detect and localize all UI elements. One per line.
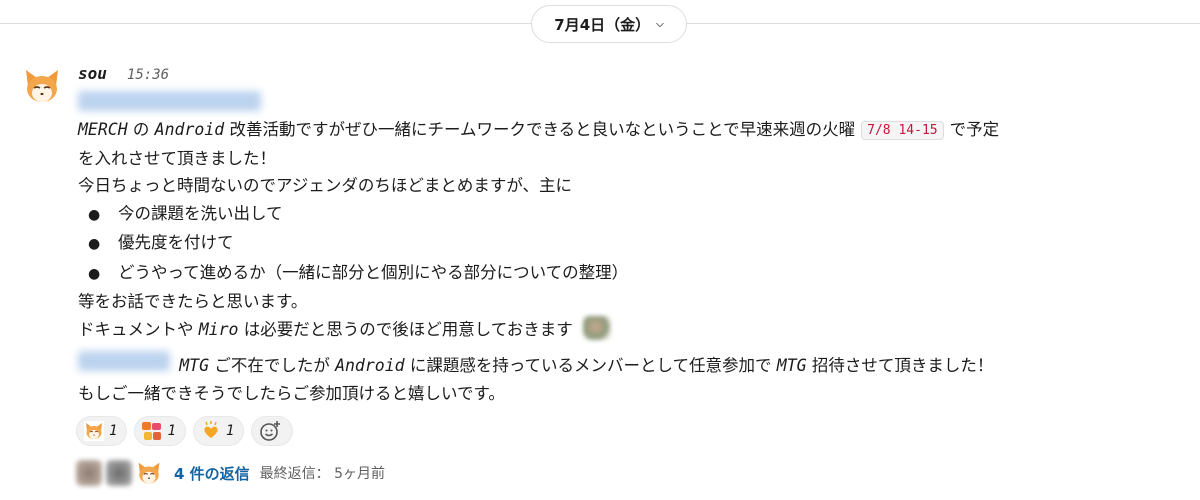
reaction-bar: 1 1 1 [76,416,294,446]
text-android: Android [154,120,225,139]
text-no: の [132,120,150,139]
thread-replies-link[interactable]: 4 件の返信 [174,463,250,484]
message-timestamp[interactable]: 15:36 [127,67,169,83]
reaction-count: 1 [167,423,176,439]
fox-avatar-icon [136,460,162,486]
reaction-heart-hands[interactable]: 1 [192,416,245,446]
message-paragraph-2: MTG ご不在でしたが Android に課題感を持っているメンバーとして任意参… [78,352,1188,407]
date-divider-button[interactable]: 7月4日（金） ⌵ [531,5,687,43]
custom-emoji-icon [582,315,611,340]
paragraph2-line-2: もしご一緒できそうでしたらご参加頂けると嬉しいです。 [78,383,505,403]
avatar [76,460,102,486]
last-reply-label: 最終返信： 5ヶ月前 [260,463,385,483]
last-reply-prefix: 最終返信： [259,466,330,482]
text-para2-mid: に課題感を持っているメンバーとして任意参加で [409,356,772,375]
thread-summary[interactable]: 4 件の返信 最終返信： 5ヶ月前 [76,459,385,487]
fox-emoji-icon [83,420,105,442]
heart-hands-emoji-icon [200,420,222,442]
message-line-5: ドキュメントや Miro は必要だと思うので後ほど用意しておきます [78,315,1188,344]
text-mtg: MTG [776,356,807,375]
text-line5-rest: は必要だと思うので後ほど用意しておきます [243,319,573,339]
reaction-sugoi[interactable]: 1 [134,416,186,446]
text-miro: Miro [198,319,239,339]
list-item-text: 優先度を付けて [118,233,234,252]
inline-code-date: 7/8 14-15 [861,121,944,140]
list-item-text: 今の課題を洗い出して [118,203,283,223]
list-item: ● どうやって進めるか（一緒に部分と個別にやる部分についての整理） [78,259,1188,289]
add-reaction-button[interactable] [251,416,294,446]
list-item: ● 今の課題を洗い出して [78,200,1188,230]
fox-avatar-icon[interactable] [22,66,62,106]
message-line-2: を入れさせて頂きました！ [78,148,276,168]
reaction-count: 1 [109,423,118,439]
message-line-1: MERCH の Android 改善活動ですがぜひ一緒にチームワークできると良い… [78,116,1188,145]
message-body: MERCH の Android 改善活動ですがぜひ一緒にチームワークできると良い… [78,116,1188,343]
text-document: ドキュメントや [78,319,194,339]
reaction-count: 1 [225,423,235,439]
add-reaction-icon [259,420,281,442]
bullet-icon: ● [88,206,101,223]
list-item-text: どうやって進めるか（一緒に部分と個別にやる部分についての整理） [118,262,629,282]
sugoi-emoji-icon [141,420,163,442]
bullet-icon: ● [88,265,101,282]
bullet-icon: ● [88,236,101,252]
text-line1-rest: 改善活動ですがぜひ一緒にチームワークできると良いなということで早速来週の火曜 [229,120,856,139]
message-line-4: 等をお話できたらと思います。 [78,292,308,311]
paragraph2-line-1: MTG ご不在でしたが Android に課題感を持っているメンバーとして任意参… [78,352,1188,380]
user-mention-redacted[interactable] [78,91,261,111]
list-item: ● 優先度を付けて [78,229,1188,259]
avatar [106,460,132,486]
last-reply-time: 5ヶ月前 [334,466,386,482]
text-mtg: MTG [179,356,210,375]
text-line1-end: で予定 [949,120,1000,139]
text-absent: ご不在でしたが [214,356,330,375]
chevron-down-icon: ⌵ [656,18,664,30]
text-merch: MERCH [78,120,128,139]
reaction-fox[interactable]: 1 [76,416,128,446]
text-android: Android [335,356,405,375]
author-name[interactable]: sou [78,64,107,83]
message-header: sou 15:36 [78,64,169,83]
text-para2-end: 招待させて頂きました！ [811,356,994,375]
message-line-3: 今日ちょっと時間ないのでアジェンダのちほどまとめますが、主に [78,176,573,195]
date-label: 7月4日（金） [554,15,651,34]
